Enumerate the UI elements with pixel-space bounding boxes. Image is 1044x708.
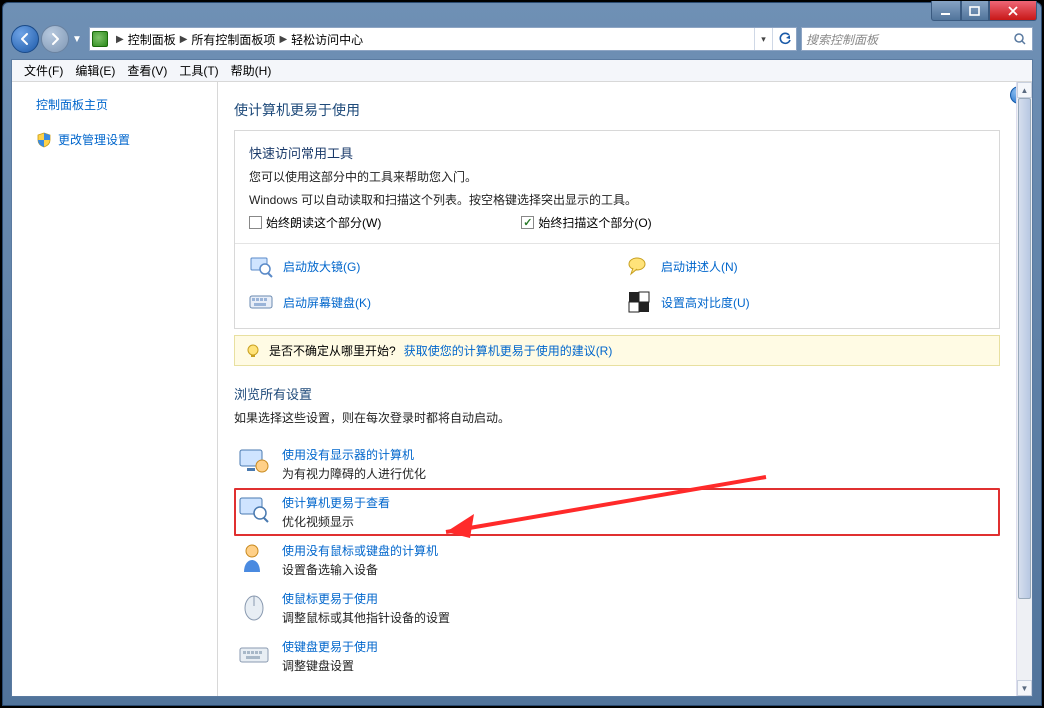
tool-narrator[interactable]: 启动讲述人(N) bbox=[627, 254, 985, 278]
nav-row: ▼ ▶ 控制面板 ▶ 所有控制面板项 ▶ 轻松访问中心 ▾ 搜索控制面板 bbox=[11, 23, 1033, 55]
refresh-button[interactable] bbox=[772, 28, 796, 50]
breadcrumb-item[interactable]: 所有控制面板项 bbox=[191, 31, 275, 48]
browse-heading: 浏览所有设置 bbox=[234, 384, 1000, 403]
option-title[interactable]: 使计算机更易于查看 bbox=[282, 494, 390, 511]
menu-help[interactable]: 帮助(H) bbox=[225, 62, 278, 79]
hint-prefix: 是否不确定从哪里开始? bbox=[269, 342, 396, 359]
menu-tools[interactable]: 工具(T) bbox=[173, 62, 224, 79]
sidebar: 控制面板主页 更改管理设置 bbox=[12, 82, 218, 696]
option-easier-mouse[interactable]: 使鼠标更易于使用 调整鼠标或其他指针设备的设置 bbox=[234, 584, 1000, 632]
checkbox-icon bbox=[249, 216, 262, 229]
tool-high-contrast[interactable]: 设置高对比度(U) bbox=[627, 290, 985, 314]
nav-history-dropdown[interactable]: ▼ bbox=[69, 34, 85, 45]
client-area: 文件(F) 编辑(E) 查看(V) 工具(T) 帮助(H) 控制面板主页 更改管… bbox=[11, 59, 1033, 697]
vertical-scrollbar[interactable]: ▲ ▼ bbox=[1016, 82, 1032, 696]
tool-label: 启动屏幕键盘(K) bbox=[283, 294, 371, 311]
checkbox-label: 始终扫描这个部分(O) bbox=[538, 214, 651, 231]
nav-back-button[interactable] bbox=[11, 25, 39, 53]
option-use-without-display[interactable]: 使用没有显示器的计算机 为有视力障碍的人进行优化 bbox=[234, 440, 1000, 488]
scroll-track[interactable] bbox=[1017, 98, 1032, 680]
shield-icon bbox=[36, 132, 52, 148]
breadcrumb-item[interactable]: 轻松访问中心 bbox=[291, 31, 363, 48]
browse-option-list: 使用没有显示器的计算机 为有视力障碍的人进行优化 使计算机更易于查看 优化视频显… bbox=[234, 440, 1000, 680]
window-minimize-button[interactable] bbox=[931, 1, 961, 21]
control-panel-icon bbox=[92, 31, 108, 47]
checkbox-always-scan[interactable]: 始终扫描这个部分(O) bbox=[521, 214, 651, 231]
quick-access-box: 快速访问常用工具 您可以使用这部分中的工具来帮助您入门。 Windows 可以自… bbox=[234, 130, 1000, 329]
tool-label: 设置高对比度(U) bbox=[661, 294, 750, 311]
keyboard-icon bbox=[238, 638, 270, 670]
hint-bar: 是否不确定从哪里开始? 获取使您的计算机更易于使用的建议(R) bbox=[234, 335, 1000, 366]
quick-line2: Windows 可以自动读取和扫描这个列表。按空格键选择突出显示的工具。 bbox=[249, 191, 985, 208]
menu-view[interactable]: 查看(V) bbox=[121, 62, 173, 79]
tool-label: 启动讲述人(N) bbox=[661, 258, 738, 275]
address-bar[interactable]: ▶ 控制面板 ▶ 所有控制面板项 ▶ 轻松访问中心 ▾ bbox=[89, 27, 797, 51]
option-use-without-mouse-keyboard[interactable]: 使用没有鼠标或键盘的计算机 设置备选输入设备 bbox=[234, 536, 1000, 584]
magnifier-icon bbox=[249, 254, 273, 278]
checkbox-icon bbox=[521, 216, 534, 229]
lightbulb-icon bbox=[245, 343, 261, 359]
window-maximize-button[interactable] bbox=[961, 1, 989, 21]
monitor-blind-icon bbox=[238, 446, 270, 478]
menu-file[interactable]: 文件(F) bbox=[18, 62, 69, 79]
search-placeholder: 搜索控制面板 bbox=[802, 31, 1008, 48]
quick-line1: 您可以使用这部分中的工具来帮助您入门。 bbox=[249, 168, 985, 185]
keyboard-icon bbox=[249, 290, 273, 314]
option-title[interactable]: 使用没有显示器的计算机 bbox=[282, 446, 426, 463]
breadcrumb-item[interactable]: 控制面板 bbox=[128, 31, 176, 48]
option-desc: 调整键盘设置 bbox=[282, 657, 378, 674]
browse-subtext: 如果选择这些设置，则在每次登录时都将自动启动。 bbox=[234, 409, 1000, 426]
option-desc: 调整鼠标或其他指针设备的设置 bbox=[282, 609, 450, 626]
monitor-magnify-icon bbox=[238, 494, 270, 526]
menu-edit[interactable]: 编辑(E) bbox=[69, 62, 121, 79]
option-desc: 设置备选输入设备 bbox=[282, 561, 438, 578]
scroll-up-button[interactable]: ▲ bbox=[1017, 82, 1032, 98]
window-frame: ▼ ▶ 控制面板 ▶ 所有控制面板项 ▶ 轻松访问中心 ▾ 搜索控制面板 bbox=[2, 2, 1042, 706]
option-easier-keyboard[interactable]: 使键盘更易于使用 调整键盘设置 bbox=[234, 632, 1000, 680]
nav-forward-button[interactable] bbox=[41, 25, 69, 53]
mouse-icon bbox=[238, 590, 270, 622]
sidebar-item-label: 更改管理设置 bbox=[58, 131, 130, 148]
content: ? 使计算机更易于使用 快速访问常用工具 您可以使用这部分中的工具来帮助您入门。… bbox=[218, 82, 1032, 696]
titlebar bbox=[3, 3, 1041, 19]
checkbox-label: 始终朗读这个部分(W) bbox=[266, 214, 381, 231]
narrator-icon bbox=[627, 254, 651, 278]
sidebar-change-admin-settings[interactable]: 更改管理设置 bbox=[36, 131, 209, 148]
search-icon[interactable] bbox=[1008, 28, 1032, 50]
quick-heading: 快速访问常用工具 bbox=[249, 143, 985, 162]
checkbox-always-read[interactable]: 始终朗读这个部分(W) bbox=[249, 214, 381, 231]
option-title[interactable]: 使鼠标更易于使用 bbox=[282, 590, 450, 607]
window-close-button[interactable] bbox=[989, 1, 1037, 21]
tool-label: 启动放大镜(G) bbox=[283, 258, 360, 275]
page-title: 使计算机更易于使用 bbox=[234, 100, 1000, 120]
search-input[interactable]: 搜索控制面板 bbox=[801, 27, 1033, 51]
option-desc: 优化视频显示 bbox=[282, 513, 390, 530]
sidebar-control-panel-home[interactable]: 控制面板主页 bbox=[36, 96, 209, 113]
option-title[interactable]: 使键盘更易于使用 bbox=[282, 638, 378, 655]
option-easier-to-see[interactable]: 使计算机更易于查看 优化视频显示 bbox=[234, 488, 1000, 536]
tool-magnifier[interactable]: 启动放大镜(G) bbox=[249, 254, 607, 278]
scroll-thumb[interactable] bbox=[1018, 98, 1031, 599]
contrast-icon bbox=[627, 290, 651, 314]
option-title[interactable]: 使用没有鼠标或键盘的计算机 bbox=[282, 542, 438, 559]
person-icon bbox=[238, 542, 270, 574]
option-desc: 为有视力障碍的人进行优化 bbox=[282, 465, 426, 482]
scroll-down-button[interactable]: ▼ bbox=[1017, 680, 1032, 696]
tool-onscreen-keyboard[interactable]: 启动屏幕键盘(K) bbox=[249, 290, 607, 314]
address-dropdown[interactable]: ▾ bbox=[754, 28, 772, 50]
hint-link[interactable]: 获取使您的计算机更易于使用的建议(R) bbox=[404, 342, 613, 359]
menu-bar: 文件(F) 编辑(E) 查看(V) 工具(T) 帮助(H) bbox=[12, 60, 1032, 82]
